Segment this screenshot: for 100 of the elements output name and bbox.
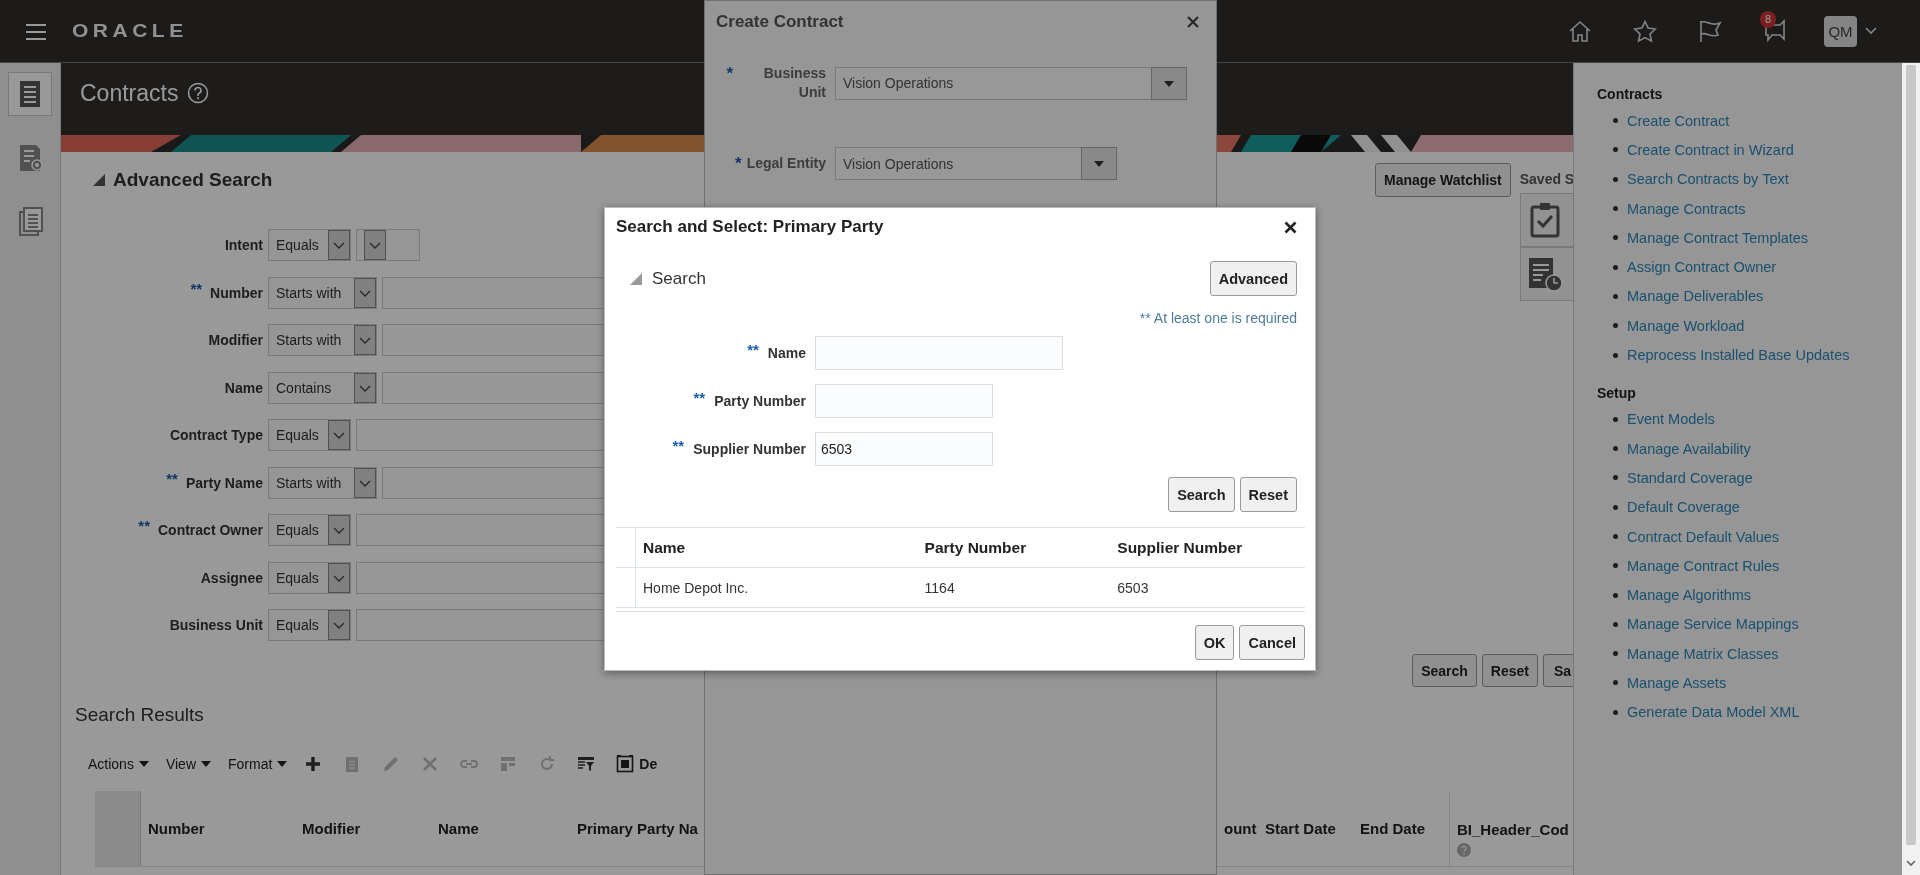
text-field[interactable] xyxy=(815,384,993,418)
bullet-icon xyxy=(1613,475,1618,481)
star-icon[interactable] xyxy=(1633,19,1657,43)
dropdown-field[interactable]: Vision Operations xyxy=(835,147,1117,180)
task-link[interactable]: Create Contract in Wizard xyxy=(1627,141,1794,158)
close-icon[interactable] xyxy=(1284,220,1297,234)
column-header[interactable]: BI_Header_Cod xyxy=(1457,820,1573,838)
task-link[interactable]: Manage Contracts xyxy=(1627,200,1746,217)
menu-icon[interactable] xyxy=(25,23,47,41)
required-marker: ** xyxy=(190,279,203,297)
task-link[interactable]: Manage Service Mappings xyxy=(1627,616,1799,633)
operator-select[interactable]: Starts with xyxy=(268,324,377,356)
table-filter-icon[interactable] xyxy=(577,755,596,773)
nav-tab[interactable] xyxy=(8,72,52,116)
clipboard-check-icon xyxy=(1529,202,1560,238)
logo[interactable]: ORACLE xyxy=(72,20,188,42)
task-link[interactable]: Manage Workload xyxy=(1627,317,1745,334)
avatar-button[interactable]: QM xyxy=(1824,15,1857,47)
column-header[interactable]: ount xyxy=(1224,820,1258,837)
column-header[interactable]: End Date xyxy=(1360,820,1449,837)
operator-select[interactable]: Equals xyxy=(268,229,351,261)
column-header[interactable]: Number xyxy=(148,820,295,837)
operator-select[interactable]: Equals xyxy=(268,419,351,451)
task-link[interactable]: Contract Default Values xyxy=(1627,528,1780,545)
task-link[interactable]: Event Models xyxy=(1627,411,1715,428)
action-button[interactable]: Reset xyxy=(1239,477,1297,512)
text-field[interactable]: 6503 xyxy=(815,432,993,466)
caret-icon xyxy=(201,761,211,767)
chevron-down-icon[interactable] xyxy=(1865,27,1877,35)
table-cell: 1164 xyxy=(924,579,955,596)
collapse-triangle-icon[interactable] xyxy=(630,272,642,285)
menu-button[interactable]: View xyxy=(165,756,211,772)
task-link[interactable]: Standard Coverage xyxy=(1627,469,1753,486)
document-clock-icon xyxy=(1526,256,1563,292)
dialog-button[interactable]: Cancel xyxy=(1239,625,1305,660)
advanced-button[interactable]: Advanced xyxy=(1209,261,1297,296)
column-header[interactable]: Party Number xyxy=(924,538,1027,557)
bullet-icon xyxy=(1613,352,1618,358)
flag-icon[interactable] xyxy=(1698,19,1722,43)
dropdown-icon[interactable] xyxy=(1151,66,1187,100)
field-label: Business Unit xyxy=(762,64,826,102)
bullet-icon xyxy=(1613,118,1618,124)
column-header[interactable]: Supplier Number xyxy=(1117,538,1243,557)
dropdown-field[interactable]: Vision Operations xyxy=(835,66,1187,100)
bullet-icon xyxy=(1613,206,1618,212)
caret-icon xyxy=(277,761,288,767)
task-link[interactable]: Assign Contract Owner xyxy=(1627,259,1777,276)
task-link[interactable]: Manage Assets xyxy=(1627,675,1727,691)
dialog-button[interactable]: OK xyxy=(1194,625,1235,660)
task-link[interactable]: Reprocess Installed Base Updates xyxy=(1627,347,1850,363)
field-label: Business Unit xyxy=(169,617,263,633)
manage-watchlist-button[interactable]: Manage Watchlist xyxy=(1375,163,1511,197)
saved-search-tile[interactable] xyxy=(1519,193,1573,247)
task-link[interactable]: Manage Matrix Classes xyxy=(1627,645,1779,662)
task-link[interactable]: Manage Algorithms xyxy=(1627,587,1752,604)
action-button[interactable]: Search xyxy=(1412,654,1477,687)
home-icon[interactable] xyxy=(1568,20,1592,42)
dropdown-icon[interactable] xyxy=(1081,147,1117,180)
task-link[interactable]: Manage Availability xyxy=(1627,440,1751,457)
bullet-icon xyxy=(1613,323,1618,329)
action-button[interactable]: Sa xyxy=(1543,654,1573,687)
bullet-icon xyxy=(1613,563,1618,569)
column-header[interactable]: Name xyxy=(643,538,686,557)
task-link[interactable]: Manage Contract Templates xyxy=(1627,229,1809,246)
field-label: Number xyxy=(210,284,263,301)
bullet-icon xyxy=(1613,534,1618,539)
action-button[interactable]: Search xyxy=(1168,477,1235,512)
menu-button[interactable]: Actions xyxy=(88,756,149,772)
section-title: Advanced Search xyxy=(113,169,273,191)
task-link[interactable]: Search Contracts by Text xyxy=(1627,171,1789,188)
value-select[interactable] xyxy=(356,229,420,261)
required-marker: * xyxy=(726,64,733,84)
collapse-triangle-icon[interactable] xyxy=(93,174,105,186)
detach-button[interactable]: De xyxy=(616,755,658,773)
operator-select[interactable]: Equals xyxy=(268,514,351,546)
window-icon xyxy=(616,755,635,773)
menu-button[interactable]: Format xyxy=(228,756,288,772)
task-link[interactable]: Manage Contract Rules xyxy=(1627,557,1780,574)
column-header[interactable]: Name xyxy=(438,820,570,837)
saved-search-label: Saved S xyxy=(1519,171,1573,189)
scrollbar-drawing[interactable] xyxy=(1902,63,1920,875)
required-marker: ** xyxy=(166,469,178,487)
saved-search-tile[interactable] xyxy=(1519,247,1573,301)
operator-select[interactable]: Starts with xyxy=(268,276,377,309)
column-header[interactable]: Start Date xyxy=(1265,820,1353,837)
plus-icon[interactable] xyxy=(304,755,323,773)
action-button[interactable]: Reset xyxy=(1481,654,1538,687)
operator-select[interactable]: Equals xyxy=(268,561,351,594)
column-header[interactable]: Modifier xyxy=(302,820,431,837)
help-icon[interactable] xyxy=(187,82,210,104)
operator-select[interactable]: Contains xyxy=(268,371,377,404)
task-link[interactable]: Create Contract xyxy=(1627,112,1730,129)
text-field[interactable] xyxy=(815,336,1063,370)
task-link[interactable]: Generate Data Model XML xyxy=(1627,704,1800,721)
bullet-icon xyxy=(1613,235,1618,241)
task-link[interactable]: Default Coverage xyxy=(1627,499,1740,516)
task-link[interactable]: Manage Deliverables xyxy=(1627,288,1764,305)
notification-badge: 8 xyxy=(1760,11,1777,28)
operator-select[interactable]: Equals xyxy=(268,609,351,641)
operator-select[interactable]: Starts with xyxy=(268,466,377,499)
